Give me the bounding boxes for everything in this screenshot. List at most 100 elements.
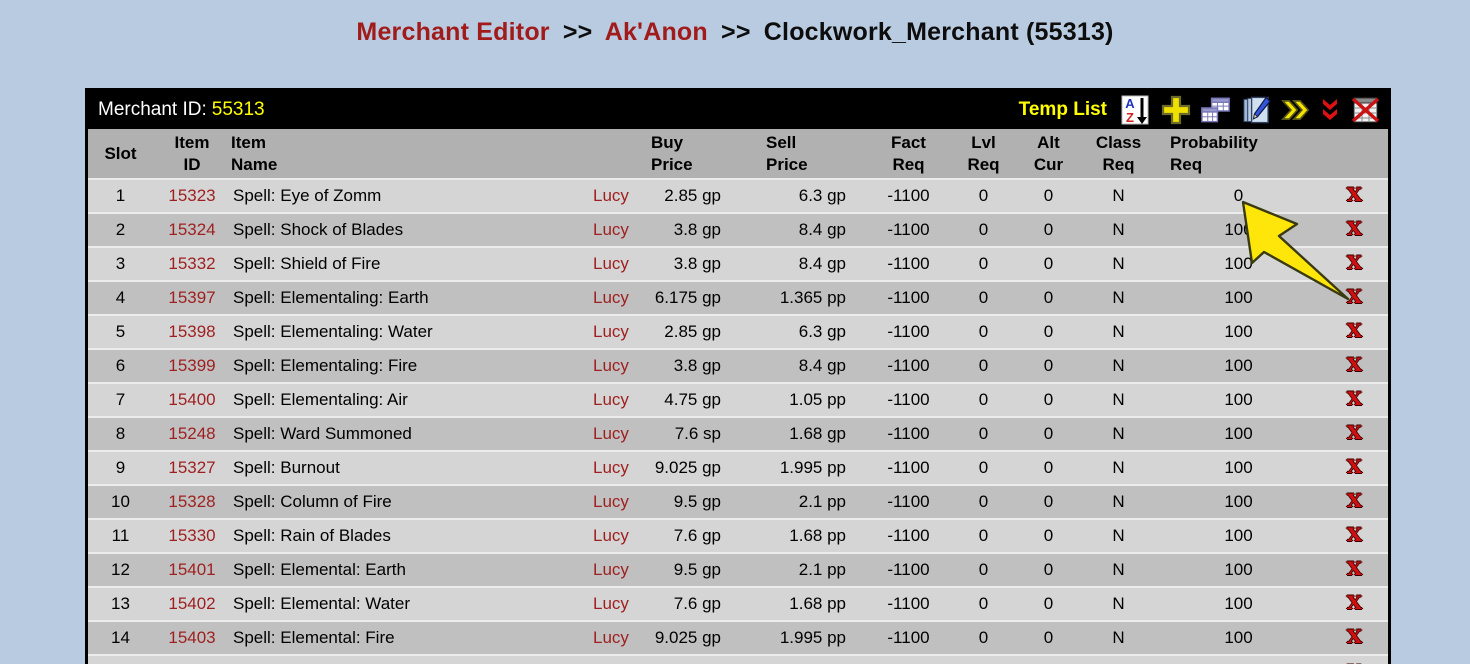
- header-slot: Slot: [88, 129, 153, 179]
- lvl-req-cell: 0: [951, 451, 1016, 485]
- lucy-link[interactable]: Lucy: [593, 322, 629, 341]
- probability-req-cell: 100: [1156, 451, 1321, 485]
- delete-item-icon[interactable]: X: [1347, 220, 1362, 239]
- delete-item-icon[interactable]: X: [1347, 424, 1362, 443]
- delete-item-icon[interactable]: X: [1347, 560, 1362, 579]
- fact-req-cell: -1100: [866, 383, 951, 417]
- buy-price-cell: 9.5 gp: [641, 553, 741, 587]
- lvl-req-cell: 0: [951, 349, 1016, 383]
- class-req-cell: N: [1081, 315, 1156, 349]
- buy-price-cell: 2.85 gp: [641, 315, 741, 349]
- copy-list-icon[interactable]: [1200, 95, 1231, 126]
- lucy-link[interactable]: Lucy: [593, 186, 629, 205]
- delete-item-icon[interactable]: X: [1347, 322, 1362, 341]
- alt-cur-cell: 0: [1016, 383, 1081, 417]
- class-req-cell: N: [1081, 519, 1156, 553]
- item-id-link[interactable]: 15397: [168, 288, 215, 307]
- header-fact-req: Fact Req: [866, 129, 951, 179]
- sort-az-icon[interactable]: A Z: [1120, 95, 1151, 126]
- buy-price-cell: 2.85 gp: [641, 179, 741, 213]
- table-row: 1315402Spell: Elemental: WaterLucy7.6 gp…: [88, 587, 1388, 621]
- header-link: [586, 129, 641, 179]
- breadcrumb-merchant-editor[interactable]: Merchant Editor: [356, 18, 549, 46]
- item-id-link[interactable]: 15328: [168, 492, 215, 511]
- item-name-cell: Spell: Ward Summoned: [231, 417, 586, 451]
- item-id-link[interactable]: 15327: [168, 458, 215, 477]
- lucy-link[interactable]: Lucy: [593, 492, 629, 511]
- fact-req-cell: -1100: [866, 349, 951, 383]
- slot-cell: 11: [88, 519, 153, 553]
- lucy-link[interactable]: Lucy: [593, 220, 629, 239]
- add-item-icon[interactable]: [1160, 95, 1191, 126]
- table-row: 215324Spell: Shock of BladesLucy3.8 gp8.…: [88, 213, 1388, 247]
- merchant-table-frame: Merchant ID:55313 Temp List A Z: [85, 88, 1391, 664]
- item-id-link[interactable]: 15403: [168, 628, 215, 647]
- item-id-link[interactable]: 15323: [168, 186, 215, 205]
- fast-forward-icon[interactable]: [1280, 95, 1311, 126]
- table-row: 115323Spell: Eye of ZommLucy2.85 gp6.3 g…: [88, 179, 1388, 213]
- item-id-link[interactable]: 15398: [168, 322, 215, 341]
- lucy-link[interactable]: Lucy: [593, 458, 629, 477]
- lucy-link[interactable]: Lucy: [593, 526, 629, 545]
- delete-item-icon[interactable]: X: [1347, 492, 1362, 511]
- lucy-link[interactable]: Lucy: [593, 288, 629, 307]
- delete-item-icon[interactable]: X: [1347, 390, 1362, 409]
- slot-cell: 5: [88, 315, 153, 349]
- item-name-cell: Spell: Elemental: Fire: [231, 621, 586, 655]
- alt-cur-cell: 0: [1016, 451, 1081, 485]
- delete-item-icon[interactable]: X: [1347, 186, 1362, 205]
- item-id-link[interactable]: 15248: [168, 424, 215, 443]
- sell-price-cell: 8.4 gp: [741, 213, 866, 247]
- buy-price-cell: 3.8 gp: [641, 247, 741, 281]
- item-id-link[interactable]: 15401: [168, 560, 215, 579]
- lucy-link[interactable]: Lucy: [593, 424, 629, 443]
- class-req-cell: N: [1081, 179, 1156, 213]
- merchant-id-label: Merchant ID:: [98, 99, 207, 120]
- item-id-link[interactable]: 15324: [168, 220, 215, 239]
- alt-cur-cell: 0: [1016, 417, 1081, 451]
- alt-cur-cell: 0: [1016, 587, 1081, 621]
- lucy-link[interactable]: Lucy: [593, 560, 629, 579]
- probability-req-cell: 100: [1156, 315, 1321, 349]
- slot-cell: 9: [88, 451, 153, 485]
- lucy-link[interactable]: Lucy: [593, 628, 629, 647]
- lvl-req-cell: 0: [951, 553, 1016, 587]
- delete-item-icon[interactable]: X: [1347, 628, 1362, 647]
- item-id-link[interactable]: 15400: [168, 390, 215, 409]
- class-req-cell: N: [1081, 281, 1156, 315]
- sell-price-cell: 1.05 pp: [741, 383, 866, 417]
- delete-item-icon[interactable]: X: [1347, 356, 1362, 375]
- item-id-link[interactable]: 15402: [168, 594, 215, 613]
- lucy-link[interactable]: Lucy: [593, 356, 629, 375]
- collapse-down-icon[interactable]: [1320, 95, 1340, 126]
- item-name-cell: Spell: Elementaling: Earth: [231, 281, 586, 315]
- probability-req-cell: 100: [1156, 383, 1321, 417]
- lucy-link[interactable]: Lucy: [593, 594, 629, 613]
- item-id-link[interactable]: 15399: [168, 356, 215, 375]
- probability-req-cell: 100: [1156, 213, 1321, 247]
- delete-list-icon[interactable]: [1349, 95, 1380, 126]
- slot-cell: 10: [88, 485, 153, 519]
- fact-req-cell: -1100: [866, 553, 951, 587]
- probability-req-cell: 100: [1156, 519, 1321, 553]
- delete-item-icon[interactable]: X: [1347, 288, 1362, 307]
- delete-item-icon[interactable]: X: [1347, 458, 1362, 477]
- probability-req-cell: 100: [1156, 621, 1321, 655]
- lucy-link[interactable]: Lucy: [593, 254, 629, 273]
- delete-item-icon[interactable]: X: [1347, 526, 1362, 545]
- item-name-cell: Spell: Rain of Blades: [231, 519, 586, 553]
- buy-price-cell: 4.75 gp: [641, 383, 741, 417]
- breadcrumb-zone[interactable]: Ak'Anon: [605, 18, 708, 46]
- lvl-req-cell: 0: [951, 213, 1016, 247]
- temp-list-link[interactable]: Temp List: [1019, 99, 1107, 121]
- edit-list-icon[interactable]: [1240, 95, 1271, 126]
- table-row: 5 15398 Spell: Elementaling: Water Lucy 2.85…: [88, 315, 1388, 349]
- delete-item-icon[interactable]: X: [1347, 594, 1362, 613]
- item-id-link[interactable]: 15332: [168, 254, 215, 273]
- buy-price-cell: 7.6 sp: [641, 417, 741, 451]
- sell-price-cell: 1.995 pp: [741, 451, 866, 485]
- delete-item-icon[interactable]: X: [1347, 254, 1362, 273]
- lucy-link[interactable]: Lucy: [593, 390, 629, 409]
- item-name-cell: Spell: Elementaling: Water: [231, 315, 586, 349]
- item-id-link[interactable]: 15330: [168, 526, 215, 545]
